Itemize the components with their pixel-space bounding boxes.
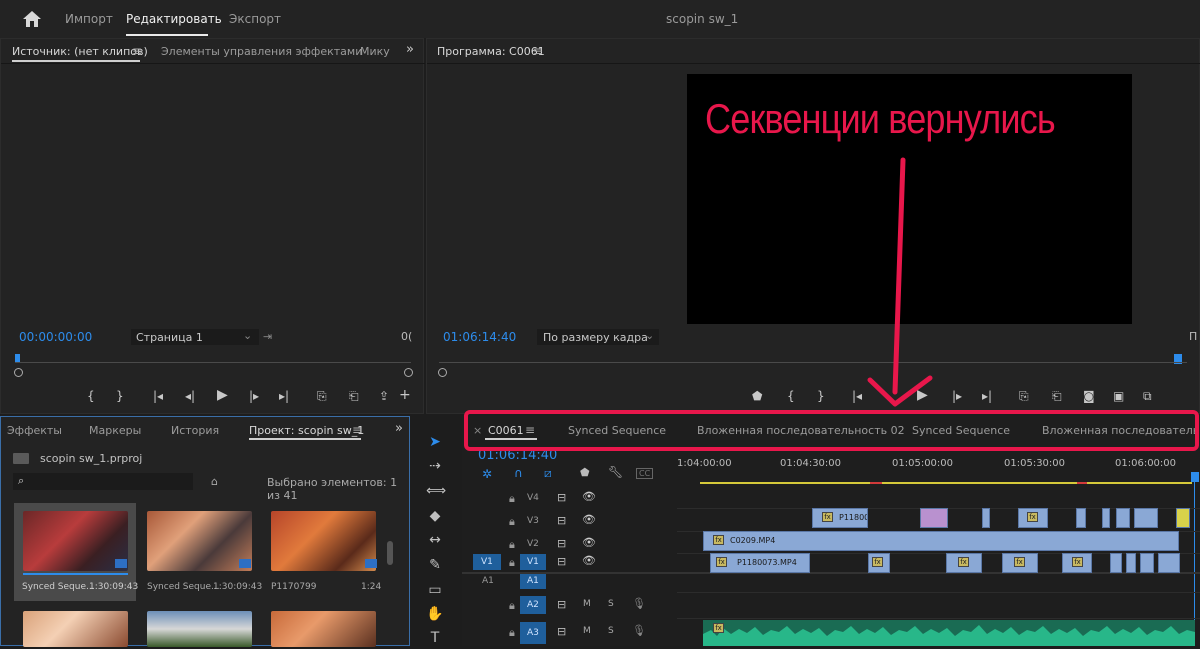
annotation-overlay: [464, 157, 1199, 451]
annotation-arrow-shaft: [892, 157, 906, 395]
annotation-highlight-box: [464, 410, 1199, 451]
annotation-arrow-head: [867, 375, 933, 407]
